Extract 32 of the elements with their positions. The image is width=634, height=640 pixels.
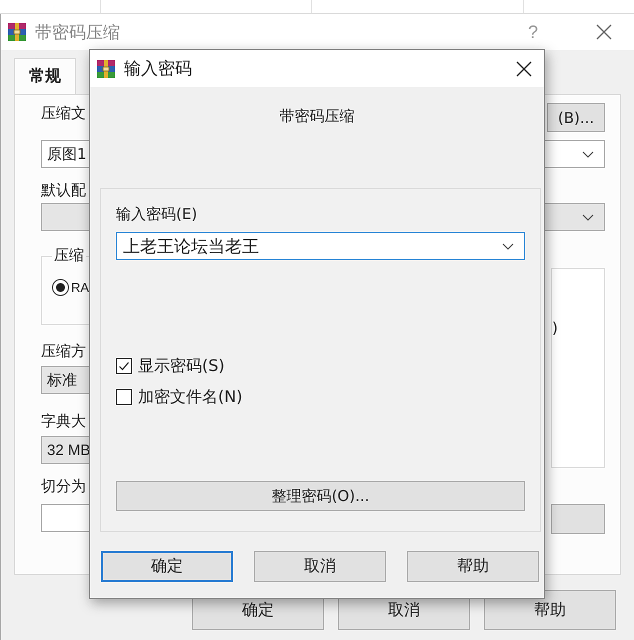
field-label: 切分为 <box>41 476 86 496</box>
dialog-heading: 带密码压缩 <box>278 106 356 127</box>
field-label: 压缩方 <box>41 341 86 361</box>
dialog-button[interactable]: 帮助 <box>407 551 539 582</box>
checkbox-label: 加密文件名(N) <box>138 386 242 408</box>
stacked-books-icon <box>7 22 27 42</box>
close-icon[interactable] <box>516 60 532 76</box>
field-label: 输入密码(E) <box>116 204 198 224</box>
checkbox[interactable] <box>116 389 132 405</box>
checkbox-label: 显示密码(S) <box>138 356 225 376</box>
checkbox[interactable] <box>116 358 132 374</box>
radio-label: RA <box>71 280 90 295</box>
chevron-down-icon[interactable] <box>502 242 514 250</box>
options-list[interactable]: ) <box>551 268 605 468</box>
chevron-down-icon[interactable] <box>582 150 594 158</box>
dialog-title: 输入密码 <box>124 58 192 80</box>
browse-button[interactable]: (B)... <box>547 103 605 132</box>
field-label: 压缩文 <box>41 103 86 123</box>
dialog-button[interactable]: 取消 <box>254 551 386 582</box>
group-label: 压缩 <box>52 246 86 265</box>
password-field[interactable]: 上老王论坛当老王 <box>116 232 525 260</box>
list-item-text: ) <box>552 319 558 337</box>
chevron-down-icon[interactable] <box>582 214 594 220</box>
window-title: 带密码压缩 <box>35 22 120 44</box>
organize-button[interactable]: 整理密码(O)... <box>116 481 525 511</box>
field-label: 默认配 <box>41 180 86 200</box>
radio-button[interactable] <box>52 279 69 296</box>
dialog-button[interactable]: 帮助 <box>484 590 616 630</box>
dialog-button[interactable]: 确定 <box>101 551 233 582</box>
tab[interactable]: 常规 <box>14 58 76 94</box>
stacked-books-icon <box>96 58 116 78</box>
field-label: 字典大 <box>41 411 86 431</box>
